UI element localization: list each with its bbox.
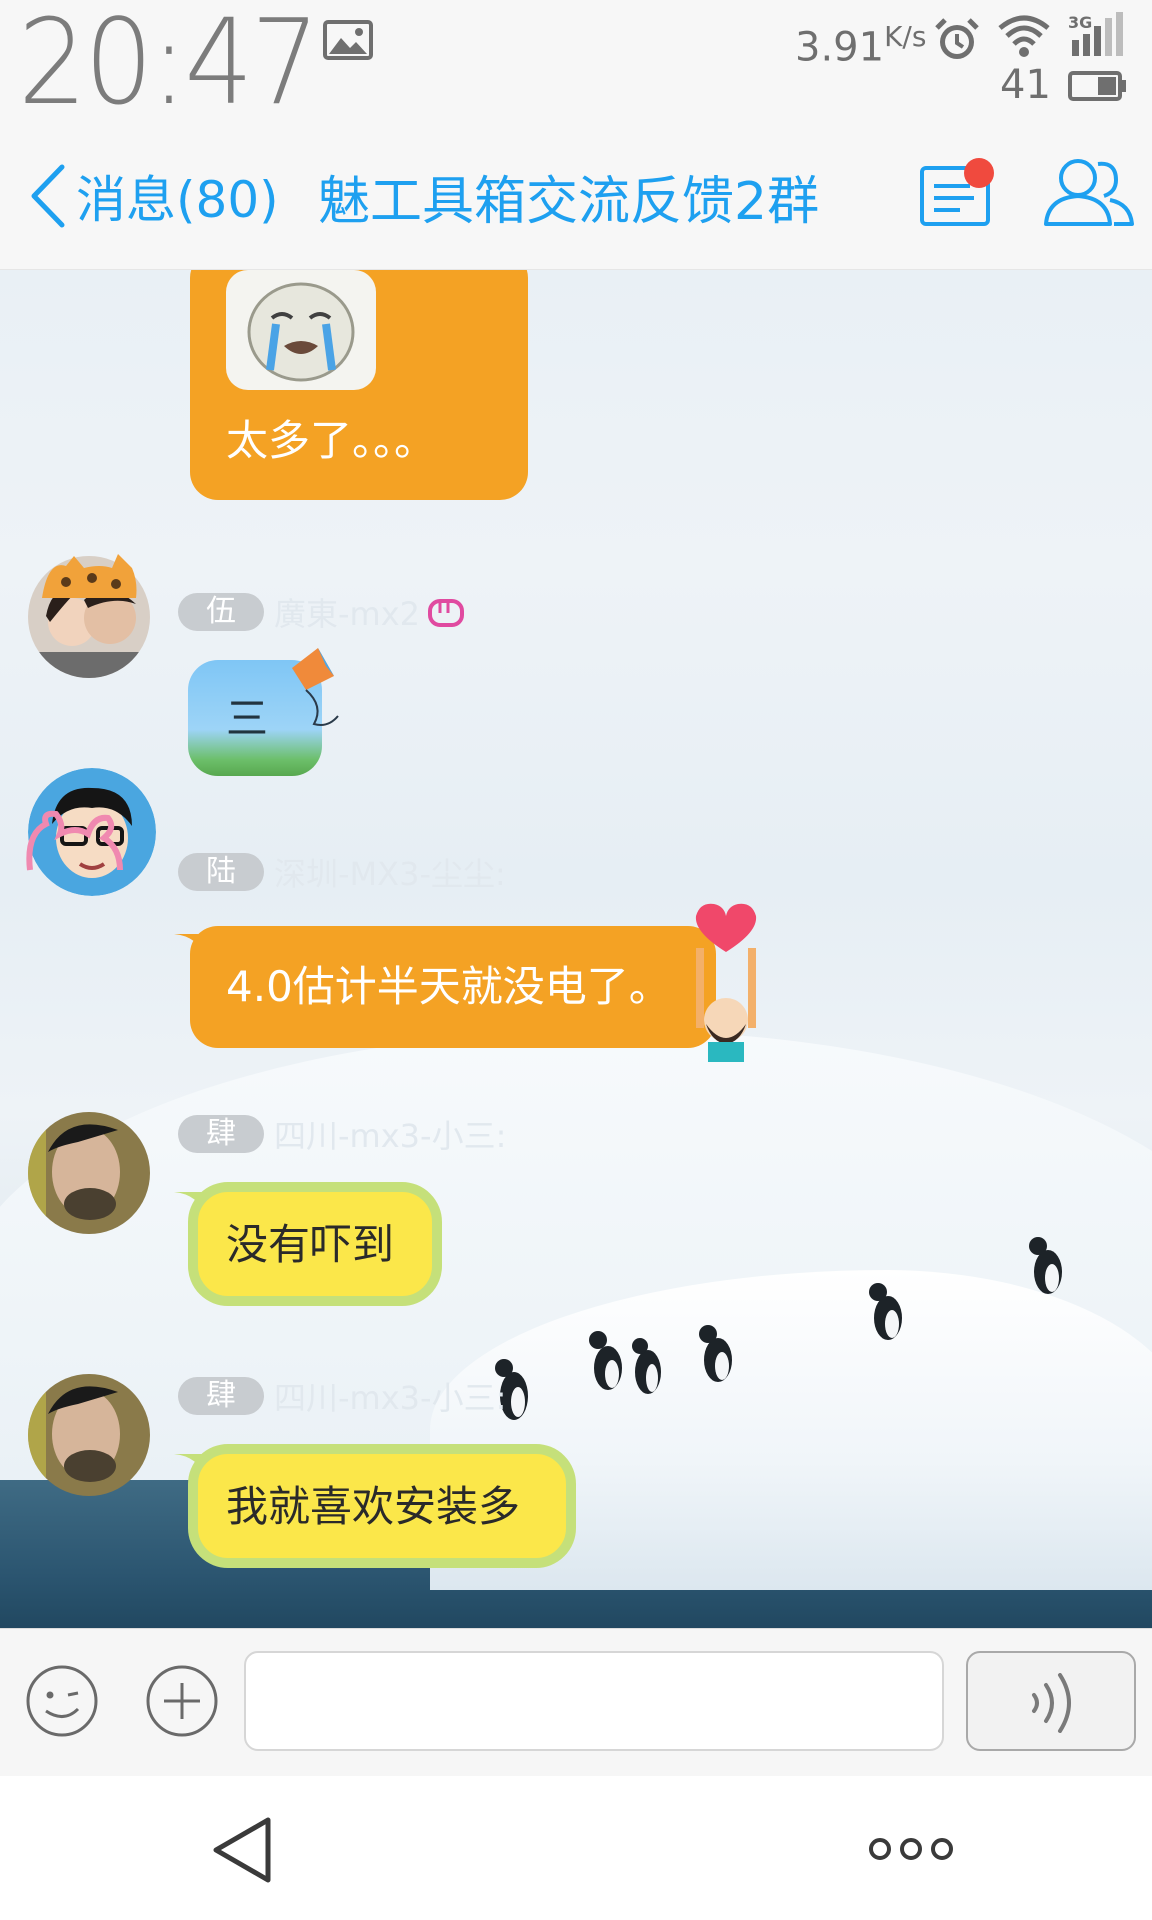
avatar-image (28, 1374, 150, 1496)
group-notice-button[interactable] (918, 152, 998, 232)
sender-name[interactable]: 四川-mx3-小三: (274, 1111, 506, 1157)
background-penguins (495, 1237, 1062, 1420)
network-speed-unit: K/s (884, 20, 927, 53)
nav-back-button[interactable] (206, 1814, 278, 1886)
sender-row: 肆 四川-mx3-小三: (178, 1373, 506, 1419)
input-bar (0, 1628, 1152, 1776)
battery-icon (1068, 71, 1126, 101)
chat-screen: 20:47 3.91K/s 3G 41 消息(80) 魅工具箱交流反馈2群 太多… (0, 0, 1152, 1920)
sender-row: 伍 廣東-mx2 (178, 589, 466, 635)
status-bar: 20:47 3.91K/s 3G 41 (0, 0, 1152, 132)
avatar-pendant-icon (42, 554, 137, 598)
signal-icon: 3G (1068, 12, 1123, 56)
member-title-tag: 陆 (178, 853, 264, 891)
heart-sticker-icon (695, 903, 757, 1062)
more-icon (869, 1838, 953, 1860)
alarm-icon (935, 18, 979, 59)
navigation-bar (0, 1776, 1152, 1920)
back-label: 消息(80) (76, 171, 279, 229)
message-text: 4.0估计半天就没电了。 (226, 962, 671, 1011)
status-clock: 20:47 (18, 0, 320, 131)
group-members-icon (1044, 159, 1134, 226)
chat-title: 魅工具箱交流反馈2群 (318, 172, 820, 232)
emoji-icon (26, 1665, 98, 1737)
sender-name[interactable]: 廣東-mx2 (274, 589, 420, 635)
kite-decoration-icon (292, 648, 339, 726)
message-text: 太多了。。。 (226, 416, 437, 465)
more-functions-button[interactable] (144, 1663, 220, 1739)
unread-badge (964, 158, 994, 188)
message-text: 我就喜欢安装多 (226, 1482, 521, 1531)
network-speed-value: 3.91 (795, 24, 885, 71)
message-bubble[interactable]: 4.0估计半天就没电了。 (190, 926, 716, 1048)
chat-history[interactable]: 太多了。。。 伍 廣東-mx2 三 陆 深圳-MX3-尘尘: 4.0估计半天就没… (0, 270, 1152, 1628)
message-text: 三 (226, 694, 269, 743)
message-bubble[interactable]: 太多了。。。 (190, 270, 528, 500)
nav-more-button[interactable] (868, 1836, 954, 1862)
wifi-icon (998, 15, 1050, 57)
avatar-image (28, 1112, 150, 1234)
nav-back-icon (213, 1817, 271, 1883)
back-button[interactable]: 消息(80) (26, 156, 279, 236)
avatar[interactable] (28, 1374, 150, 1496)
battery-level: 41 (1000, 62, 1051, 108)
message-input[interactable] (244, 1651, 944, 1751)
sender-row: 肆 四川-mx3-小三: (178, 1111, 506, 1157)
plus-icon (146, 1665, 218, 1737)
message-text: 没有吓到 (226, 1220, 395, 1269)
sender-name[interactable]: 深圳-MX3-尘尘: (274, 849, 506, 895)
back-chevron-icon (31, 164, 65, 228)
network-speed: 3.91K/s (795, 14, 926, 70)
group-members-button[interactable] (1040, 152, 1136, 232)
sender-row: 陆 深圳-MX3-尘尘: (178, 849, 506, 895)
voice-button[interactable] (966, 1651, 1136, 1751)
network-type-label: 3G (1068, 13, 1092, 32)
message-bubble[interactable]: 我就喜欢安装多 (188, 1444, 576, 1568)
avatar-pendant-icon (26, 810, 123, 871)
message-bubble[interactable]: 没有吓到 (188, 1182, 442, 1306)
title-bar: 消息(80) 魅工具箱交流反馈2群 (0, 132, 1152, 270)
avatar[interactable] (28, 1112, 150, 1234)
member-title-tag: 肆 (178, 1377, 264, 1415)
voice-icon (1032, 1673, 1071, 1733)
member-title-tag: 肆 (178, 1115, 264, 1153)
member-title-tag: 伍 (178, 593, 264, 631)
sticker-image (226, 270, 376, 390)
sender-name[interactable]: 四川-mx3-小三: (274, 1373, 506, 1419)
emoji-button[interactable] (24, 1663, 100, 1739)
fist-badge-icon (428, 599, 465, 627)
gallery-icon (323, 20, 373, 60)
